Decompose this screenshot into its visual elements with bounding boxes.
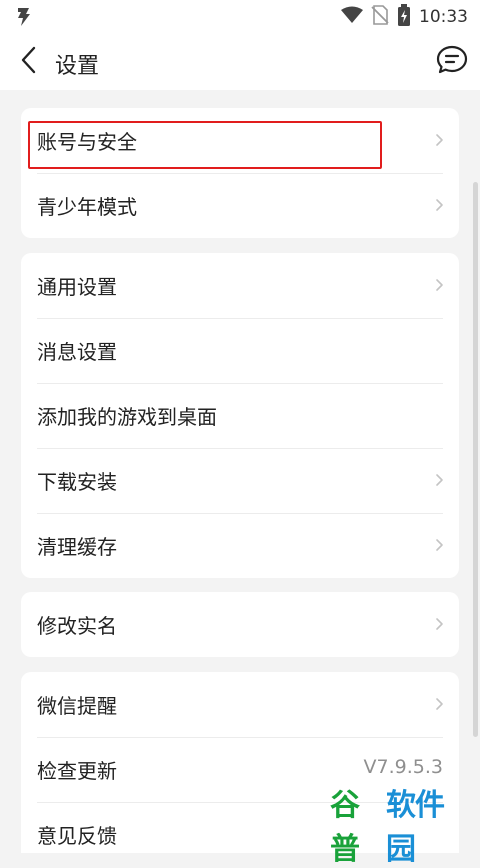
settings-group-realname: 修改实名 [21, 592, 459, 657]
chevron-right-icon [435, 132, 445, 148]
setting-row-clear-cache[interactable]: 清理缓存 [21, 513, 459, 578]
battery-charging-icon [397, 4, 411, 30]
scrollbar[interactable] [473, 182, 478, 737]
app-logo-icon [14, 6, 34, 28]
watermark-part2: 软件园 [386, 788, 445, 867]
chevron-right-icon [435, 616, 445, 632]
chat-bubble-icon [436, 45, 468, 79]
setting-row-wechat-reminder[interactable]: 微信提醒 [21, 672, 459, 737]
settings-group-account: 账号与安全 青少年模式 [21, 108, 459, 238]
settings-list: 账号与安全 青少年模式 通用设置 消息设置 添加我的游戏到桌面 下载安装 清理缓… [0, 90, 480, 853]
status-bar: 10:33 [0, 0, 480, 34]
setting-row-modify-realname[interactable]: 修改实名 [21, 592, 459, 657]
setting-row-download-install[interactable]: 下载安装 [21, 448, 459, 513]
setting-label: 添加我的游戏到桌面 [37, 405, 217, 429]
setting-label: 意见反馈 [37, 824, 117, 848]
chevron-right-icon [435, 537, 445, 553]
setting-label: 微信提醒 [37, 694, 117, 718]
setting-label: 账号与安全 [37, 130, 137, 154]
setting-label: 修改实名 [37, 614, 117, 638]
setting-label: 清理缓存 [37, 535, 117, 559]
status-icons: 10:33 [341, 4, 468, 30]
setting-label: 检查更新 [37, 759, 117, 783]
chevron-right-icon [435, 277, 445, 293]
wifi-icon [341, 6, 363, 28]
version-value: V7.9.5.3 [363, 756, 443, 778]
back-button[interactable] [10, 44, 46, 80]
page-title: 设置 [55, 54, 100, 79]
watermark-part1: 谷普 [330, 788, 360, 867]
no-sim-icon [371, 5, 389, 29]
setting-row-general[interactable]: 通用设置 [21, 253, 459, 318]
setting-label: 通用设置 [37, 275, 117, 299]
nav-bar: 设置 [0, 34, 480, 90]
chevron-right-icon [435, 472, 445, 488]
setting-row-teen-mode[interactable]: 青少年模式 [21, 173, 459, 238]
status-time: 10:33 [419, 7, 468, 27]
setting-row-add-game-desktop[interactable]: 添加我的游戏到桌面 [21, 383, 459, 448]
chevron-right-icon [435, 197, 445, 213]
feedback-button[interactable] [434, 44, 470, 80]
setting-row-message[interactable]: 消息设置 [21, 318, 459, 383]
setting-label: 下载安装 [37, 470, 117, 494]
settings-group-general: 通用设置 消息设置 添加我的游戏到桌面 下载安装 清理缓存 [21, 253, 459, 578]
setting-label: 青少年模式 [37, 195, 137, 219]
watermark: 谷普 软件园 [330, 788, 470, 867]
setting-row-account-security[interactable]: 账号与安全 [21, 108, 459, 173]
setting-label: 消息设置 [37, 340, 117, 364]
chevron-right-icon [435, 696, 445, 712]
chevron-left-icon [20, 46, 36, 78]
